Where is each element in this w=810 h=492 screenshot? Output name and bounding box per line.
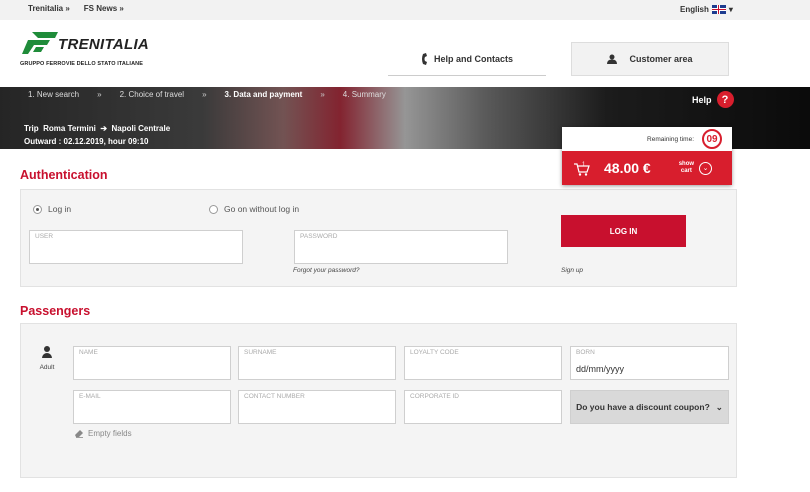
coupon-label: Do you have a discount coupon? [576, 402, 710, 412]
chevron-down-icon[interactable]: ⌄ [699, 161, 713, 175]
step-separator: » [97, 90, 102, 99]
trip-summary: Trip Roma Termini ➔ Napoli Centrale Outw… [24, 122, 170, 148]
loyalty-code-field[interactable]: LOYALTY CODE [404, 346, 562, 380]
loyalty-placeholder: LOYALTY CODE [410, 349, 459, 356]
logo-wordmark: TRENITALIA [58, 36, 150, 53]
uk-flag-icon [711, 5, 726, 14]
language-selector[interactable]: English ▾ [680, 5, 733, 14]
email-field[interactable]: E-MAIL [73, 390, 231, 424]
show-cart-line2: cart [680, 168, 692, 174]
chevron-down-icon: ⌄ [715, 401, 723, 412]
corporate-placeholder: CORPORATE ID [410, 393, 459, 400]
trip-from: Roma Termini [43, 124, 96, 133]
radio-login-label: Log in [48, 204, 72, 214]
passengers-title: Passengers [20, 304, 91, 318]
show-cart-link[interactable]: show cart [679, 161, 694, 175]
chevron-down-icon: ▾ [728, 5, 733, 14]
cart-count: 1 [582, 162, 586, 168]
empty-fields-label: Empty fields [88, 429, 132, 438]
born-placeholder: BORN [576, 349, 595, 356]
passengers-panel: Adult NAME SURNAME LOYALTY CODE BORN dd/… [20, 323, 737, 478]
remaining-time-value: 09 [702, 129, 722, 149]
user-icon [607, 54, 618, 64]
surname-field[interactable]: SURNAME [238, 346, 396, 380]
show-cart-line1: show [678, 161, 695, 167]
crumb-fs-news[interactable]: FS News » [84, 4, 124, 13]
step-separator: » [320, 90, 325, 99]
booking-steps: 1. New search » 2. Choice of travel » 3. Dat… [28, 90, 386, 99]
login-button[interactable]: LOG IN [561, 215, 686, 247]
passenger-type: Adult [35, 346, 59, 371]
help-icon: ? [716, 91, 734, 108]
help-label: Help [692, 94, 712, 105]
step-2[interactable]: 2. Choice of travel [120, 90, 184, 99]
password-placeholder: PASSWORD [300, 233, 338, 240]
help-contacts-link[interactable]: Help and Contacts [388, 42, 546, 76]
radio-login[interactable]: Log in [33, 204, 71, 214]
forgot-password-link[interactable]: Forgot your password? [293, 267, 359, 274]
help-button[interactable]: Help ? [692, 91, 734, 108]
authentication-title: Authentication [20, 168, 108, 182]
top-bar: Trenitalia » FS News » English ▾ [0, 0, 810, 20]
step-3: 3. Data and payment [224, 90, 303, 99]
cart-total: 48.00 € [604, 160, 651, 176]
signup-link[interactable]: Sign up [561, 267, 583, 274]
contact-number-field[interactable]: CONTACT NUMBER [238, 390, 396, 424]
remaining-time: Remaining time: 09 [562, 127, 732, 151]
adult-icon [44, 346, 50, 352]
passenger-type-label: Adult [39, 364, 55, 371]
shopping-cart-icon: 1 [574, 162, 590, 176]
email-placeholder: E-MAIL [79, 393, 101, 400]
birth-date-field[interactable]: BORN dd/mm/yyyy [570, 346, 729, 380]
empty-fields-button[interactable]: Empty fields [74, 429, 132, 438]
phone-icon [421, 52, 427, 65]
user-placeholder: USER [35, 233, 54, 240]
trip-to: Napoli Centrale [111, 124, 171, 133]
step-separator: » [202, 90, 207, 99]
cart-widget: Remaining time: 09 1 48.00 € show cart ⌄ [562, 127, 732, 185]
corporate-id-field[interactable]: CORPORATE ID [404, 390, 562, 424]
help-contacts-label: Help and Contacts [433, 53, 513, 64]
breadcrumb: Trenitalia » FS News » [28, 4, 124, 13]
step-1[interactable]: 1. New search [28, 90, 79, 99]
adult-icon-body [42, 353, 52, 358]
authentication-panel: Log in Go on without log in USER PASSWOR… [20, 189, 737, 287]
radio-guest-label: Go on without log in [224, 204, 300, 214]
arrow-right-icon: ➔ [100, 124, 108, 133]
trenitalia-logo[interactable]: TRENITALIA GRUPPO FERROVIE DELLO STATO I… [20, 30, 160, 72]
trip-outward: Outward : 02.12.2019, hour 09:10 [24, 137, 149, 146]
born-value: dd/mm/yyyy [576, 364, 625, 374]
user-input[interactable]: USER [29, 230, 243, 264]
customer-area-button[interactable]: Customer area [571, 42, 729, 76]
radio-login-dot[interactable] [33, 204, 42, 214]
discount-coupon-toggle[interactable]: Do you have a discount coupon? ⌄ [570, 390, 729, 424]
logo-subtitle: GRUPPO FERROVIE DELLO STATO ITALIANE [20, 61, 143, 67]
cart-total-bar[interactable]: 1 48.00 € show cart ⌄ [562, 151, 732, 185]
contact-placeholder: CONTACT NUMBER [244, 393, 305, 400]
eraser-icon [75, 430, 83, 438]
fs-logo-icon [22, 32, 58, 54]
name-placeholder: NAME [79, 349, 98, 356]
password-input[interactable]: PASSWORD [294, 230, 508, 264]
language-label: English [680, 5, 709, 14]
customer-area-label: Customer area [629, 54, 693, 64]
radio-guest-dot[interactable] [209, 204, 218, 214]
radio-guest[interactable]: Go on without log in [209, 204, 299, 214]
surname-placeholder: SURNAME [244, 349, 277, 356]
remaining-time-label: Remaining time: [647, 135, 694, 143]
name-field[interactable]: NAME [73, 346, 231, 380]
crumb-trenitalia[interactable]: Trenitalia » [28, 4, 70, 13]
step-4[interactable]: 4. Summary [343, 90, 386, 99]
trip-prefix: Trip [24, 124, 39, 133]
